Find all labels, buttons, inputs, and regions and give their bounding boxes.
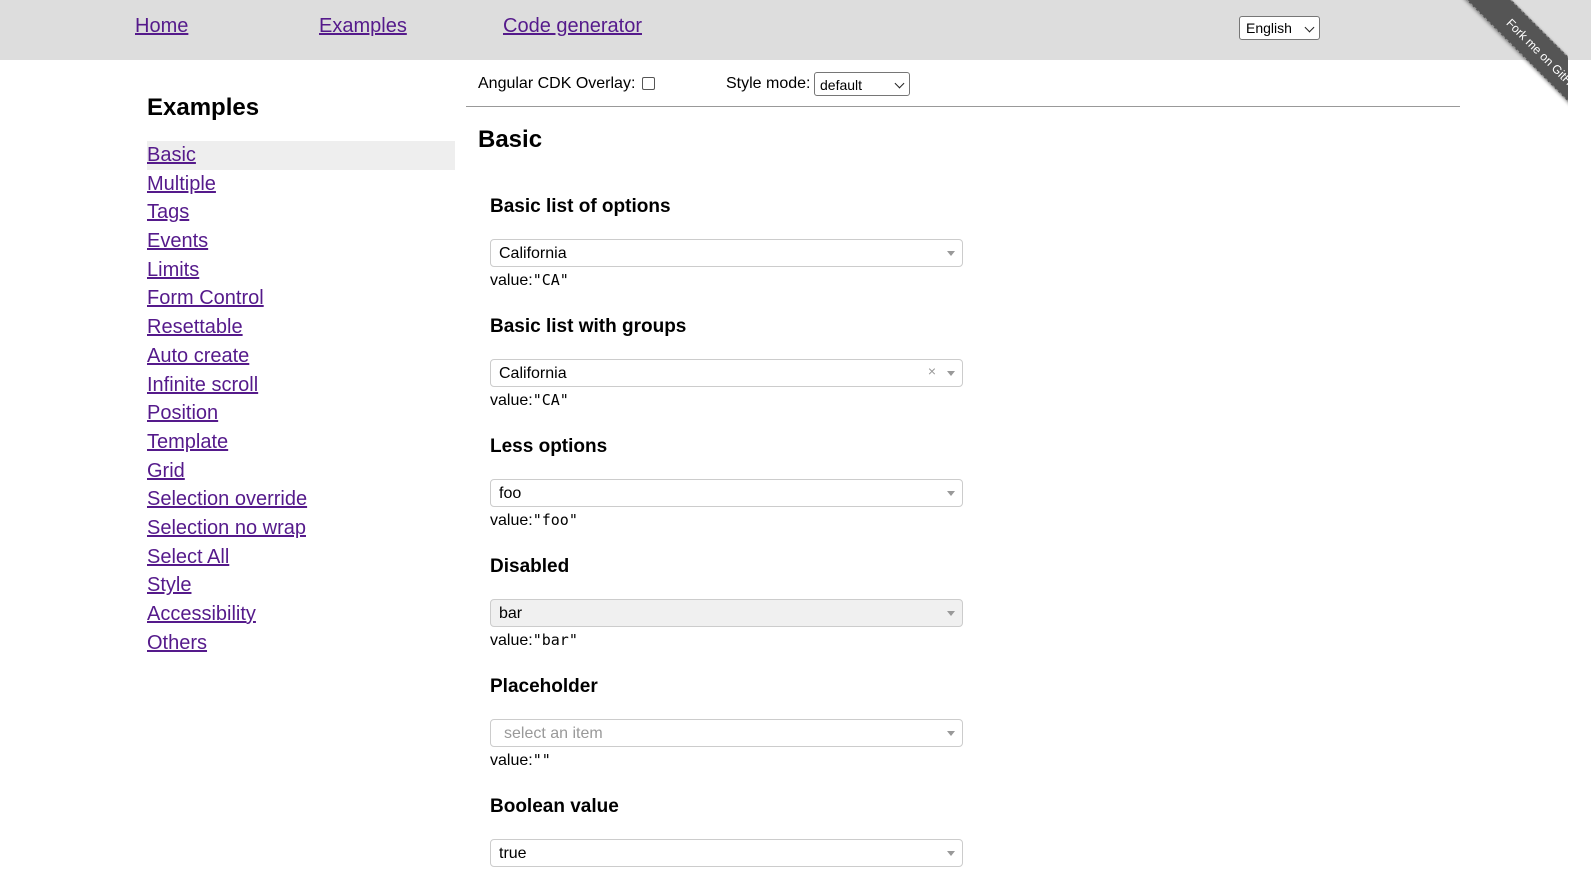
clear-icon[interactable]: × xyxy=(928,363,936,379)
value-prefix: value: xyxy=(490,392,533,409)
overlay-label: Angular CDK Overlay: xyxy=(478,75,636,92)
sidebar-link[interactable]: Events xyxy=(147,230,208,252)
selected-value: foo xyxy=(499,485,522,502)
sidebar-item-others: Others xyxy=(147,629,455,658)
sidebar-item-template: Template xyxy=(147,428,455,457)
style-mode-value: default xyxy=(820,77,863,93)
sidebar-item-accessibility: Accessibility xyxy=(147,600,455,629)
dropdown-arrow-icon xyxy=(947,611,955,616)
sidebar-examples-list: Basic Multiple Tags Events Limits Form C… xyxy=(147,141,455,657)
sidebar-link[interactable]: Multiple xyxy=(147,173,216,195)
value-prefix: value: xyxy=(490,632,533,649)
sidebar-link[interactable]: Position xyxy=(147,402,218,424)
sidebar-link[interactable]: Accessibility xyxy=(147,603,256,625)
sidebar-link[interactable]: Limits xyxy=(147,259,199,281)
section-heading: Basic list with groups xyxy=(490,316,687,337)
less-options-select[interactable]: foo xyxy=(490,479,963,507)
sidebar-item-auto-create: Auto create xyxy=(147,342,455,371)
sidebar-link[interactable]: Grid xyxy=(147,460,185,482)
section-heading: Less options xyxy=(490,436,608,457)
sidebar-item-multiple: Multiple xyxy=(147,170,455,199)
section-heading: Boolean value xyxy=(490,796,619,817)
dropdown-arrow-icon xyxy=(947,851,955,856)
placeholder-select[interactable]: select an item xyxy=(490,719,963,747)
sidebar-item-limits: Limits xyxy=(147,256,455,285)
sidebar-item-selection-no-wrap: Selection no wrap xyxy=(147,514,455,543)
nav-code-generator-link[interactable]: Code generator xyxy=(503,15,642,38)
value-prefix: value: xyxy=(490,512,533,529)
selected-value: true xyxy=(499,845,527,862)
nav-home-link[interactable]: Home xyxy=(135,15,188,38)
style-mode-select[interactable]: default xyxy=(814,72,910,96)
sidebar-item-basic: Basic xyxy=(147,141,455,170)
value-readout: value:"" xyxy=(490,751,551,770)
sidebar-link[interactable]: Others xyxy=(147,632,207,654)
value-readout: value:"CA" xyxy=(490,271,569,290)
sidebar-link[interactable]: Template xyxy=(147,431,228,453)
section-heading: Basic list of options xyxy=(490,196,671,217)
sidebar-item-position: Position xyxy=(147,399,455,428)
language-select[interactable]: English xyxy=(1239,16,1320,40)
value-text: "CA" xyxy=(532,391,569,409)
sidebar-link[interactable]: Select All xyxy=(147,546,229,568)
basic-list-select[interactable]: California xyxy=(490,239,963,267)
sidebar-link[interactable]: Auto create xyxy=(147,345,249,367)
selected-value: California xyxy=(499,245,567,262)
sidebar-item-form-control: Form Control xyxy=(147,284,455,313)
nav-examples-link[interactable]: Examples xyxy=(319,15,407,38)
sidebar-item-selection-override: Selection override xyxy=(147,485,455,514)
grouped-list-select[interactable]: California × xyxy=(490,359,963,387)
dropdown-arrow-icon xyxy=(947,491,955,496)
placeholder-text: select an item xyxy=(504,725,603,742)
selected-value: California xyxy=(499,365,567,382)
dropdown-arrow-icon xyxy=(947,731,955,736)
sidebar-item-grid: Grid xyxy=(147,457,455,486)
page-title: Basic xyxy=(478,126,543,153)
value-prefix: value: xyxy=(490,272,533,289)
fork-on-github-ribbon[interactable]: Fork me on GitHub xyxy=(1452,0,1568,130)
selected-value: bar xyxy=(499,605,523,622)
value-readout: value:"bar" xyxy=(490,631,578,650)
chevron-down-icon xyxy=(1304,22,1315,33)
section-heading: Placeholder xyxy=(490,676,598,697)
sidebar-item-infinite-scroll: Infinite scroll xyxy=(147,371,455,400)
language-select-value: English xyxy=(1246,20,1292,36)
boolean-select[interactable]: true xyxy=(490,839,963,867)
sidebar-title: Examples xyxy=(147,94,260,121)
sidebar-item-tags: Tags xyxy=(147,198,455,227)
chevron-down-icon xyxy=(894,78,905,89)
value-text: "" xyxy=(532,751,551,769)
options-bar: Angular CDK Overlay: Style mode: default xyxy=(466,60,1460,107)
sidebar-item-resettable: Resettable xyxy=(147,313,455,342)
sidebar-item-select-all: Select All xyxy=(147,543,455,572)
section-heading: Disabled xyxy=(490,556,570,577)
sidebar-item-style: Style xyxy=(147,571,455,600)
value-readout: value:"CA" xyxy=(490,391,569,410)
sidebar-link[interactable]: Basic xyxy=(147,144,196,166)
dropdown-arrow-icon xyxy=(947,251,955,256)
value-prefix: value: xyxy=(490,752,533,769)
style-mode-label: Style mode: xyxy=(726,75,811,92)
value-text: "bar" xyxy=(532,631,578,649)
overlay-checkbox[interactable] xyxy=(642,77,655,90)
sidebar-link[interactable]: Tags xyxy=(147,201,189,223)
value-text: "foo" xyxy=(532,511,578,529)
sidebar-item-events: Events xyxy=(147,227,455,256)
sidebar-link[interactable]: Selection no wrap xyxy=(147,517,306,539)
sidebar-link[interactable]: Infinite scroll xyxy=(147,374,258,396)
sidebar-link[interactable]: Style xyxy=(147,574,191,596)
value-readout: value:"foo" xyxy=(490,511,578,530)
sidebar-link[interactable]: Resettable xyxy=(147,316,243,338)
sidebar-link[interactable]: Form Control xyxy=(147,287,264,309)
value-text: "CA" xyxy=(532,271,569,289)
top-nav-bar: Home Examples Code generator English xyxy=(0,0,1591,60)
disabled-select: bar xyxy=(490,599,963,627)
sidebar-link[interactable]: Selection override xyxy=(147,488,307,510)
dropdown-arrow-icon xyxy=(947,371,955,376)
